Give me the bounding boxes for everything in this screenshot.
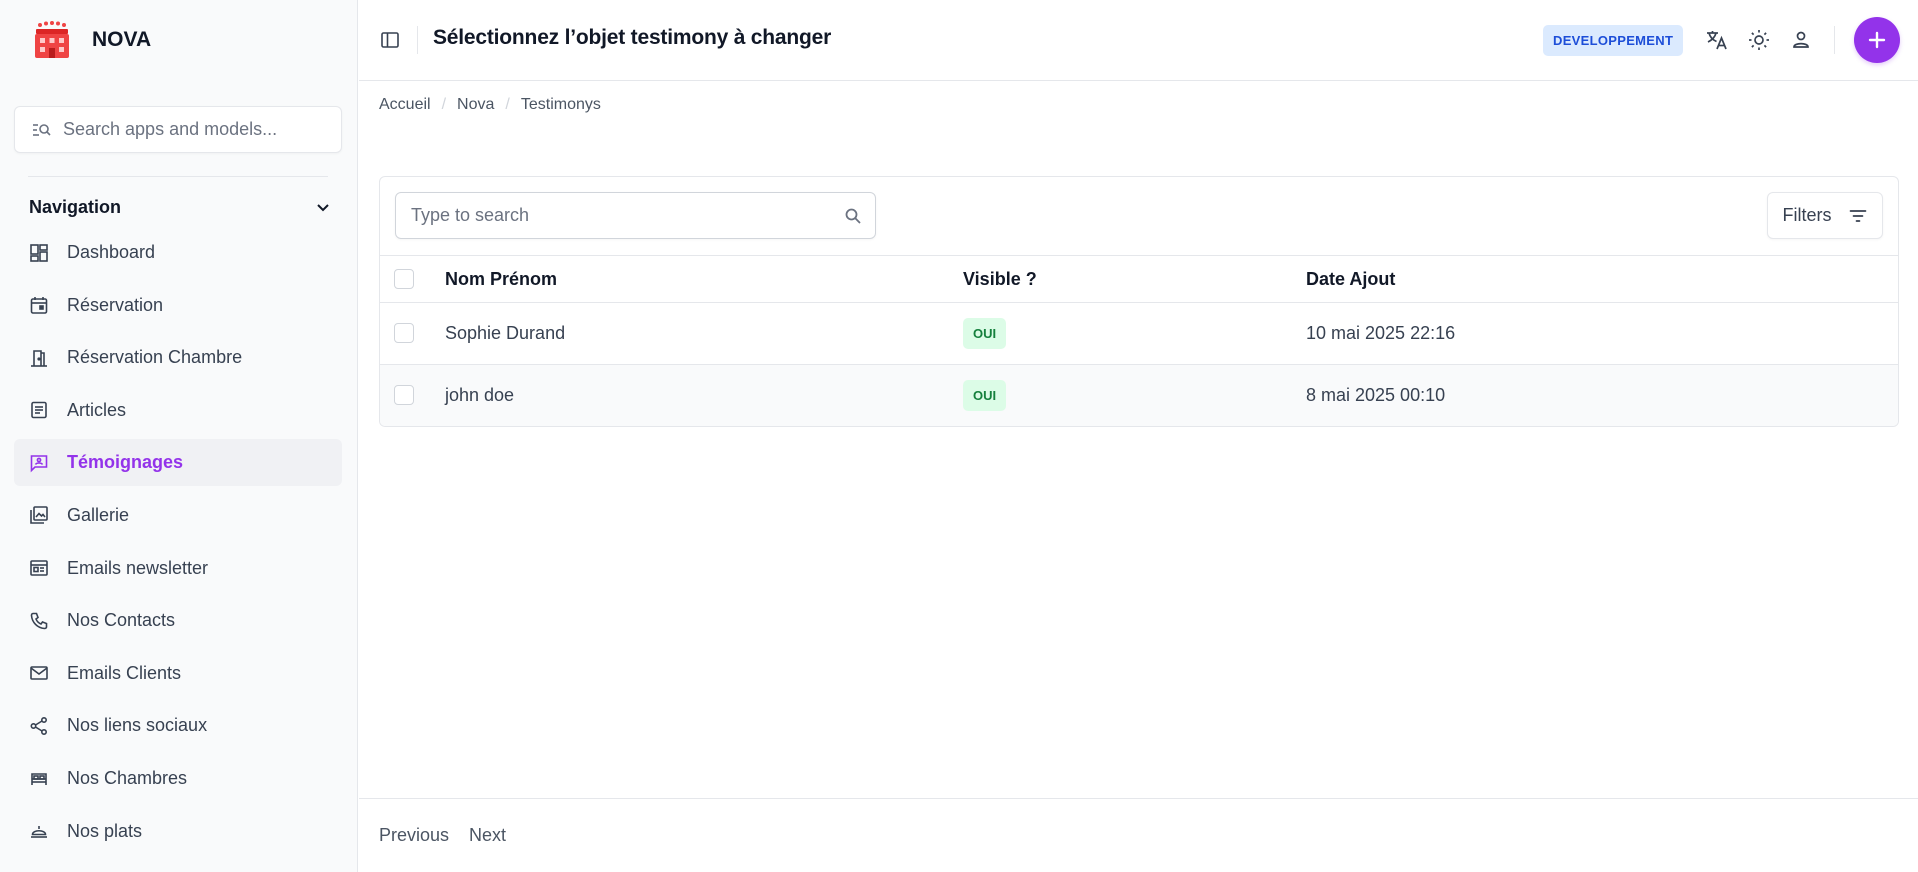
sidebar-search-input[interactable]: [63, 119, 323, 140]
sidebar-divider: [28, 176, 328, 177]
dashboard-icon: [30, 243, 48, 262]
calendar-icon: [30, 297, 48, 314]
visible-badge: OUI: [963, 380, 1007, 411]
table-toolbar: Filters: [380, 177, 1898, 256]
breadcrumb-separator: /: [505, 96, 510, 113]
add-testimony-button[interactable]: [1854, 17, 1900, 63]
newsletter-icon: [30, 560, 48, 576]
share-icon: [30, 716, 48, 735]
column-header-date[interactable]: Date Ajout: [1306, 269, 1395, 290]
row-checkbox[interactable]: [394, 323, 414, 343]
next-page-button[interactable]: Next: [469, 825, 506, 846]
testimony-icon: [30, 455, 48, 473]
gallery-icon: [30, 506, 48, 525]
filter-icon: [1849, 209, 1866, 222]
chevron-down-icon: [317, 204, 329, 212]
bed-icon: [31, 773, 47, 786]
sidebar-item-nos-liens-sociaux[interactable]: Nos liens sociaux: [14, 702, 342, 749]
visible-badge: OUI: [963, 318, 1007, 349]
user-icon: [1793, 31, 1809, 48]
sidebar-item-label: Réservation Chambre: [67, 347, 243, 368]
dish-icon: [31, 826, 47, 838]
search-list-icon: [33, 123, 51, 136]
plus-icon: [1868, 31, 1886, 49]
breadcrumb-separator: /: [441, 96, 447, 113]
table-row[interactable]: Sophie Durand OUI 10 mai 2025 22:16: [380, 303, 1898, 365]
article-icon: [31, 401, 47, 419]
search-icon: [845, 208, 861, 224]
row-date: 8 mai 2025 00:10: [1306, 385, 1446, 405]
table-search[interactable]: [395, 192, 876, 239]
table-header: Nom Prénom Visible ? Date Ajout: [380, 256, 1898, 303]
row-date: 10 mai 2025 22:16: [1306, 323, 1456, 343]
sidebar-item-nos-chambres[interactable]: Nos Chambres: [14, 755, 342, 802]
hotel-logo-icon: [35, 21, 69, 58]
sidebar-nav: Dashboard Réservation Réservation Chambr…: [14, 229, 342, 860]
sidebar-item-reservation[interactable]: Réservation: [14, 282, 342, 329]
brand[interactable]: NOVA: [0, 0, 357, 80]
filters-label: Filters: [1782, 205, 1832, 225]
language-button[interactable]: [1705, 28, 1729, 52]
sidebar-item-label: Nos liens sociaux: [67, 715, 208, 736]
phone-icon: [30, 612, 48, 629]
breadcrumb-accueil[interactable]: Accueil: [379, 96, 431, 114]
sidebar-item-emails-newsletter[interactable]: Emails newsletter: [14, 545, 342, 592]
topbar-divider: [1834, 26, 1835, 54]
sidebar-item-label: Nos Contacts: [67, 610, 176, 631]
sidebar: NOVA Navigation Dashboard Réservation Ré…: [0, 0, 358, 872]
sidebar-item-gallerie[interactable]: Gallerie: [14, 492, 342, 539]
topbar-divider: [417, 26, 418, 54]
breadcrumb: Accueil / Nova / Testimonys: [379, 96, 601, 114]
sidebar-item-label: Dashboard: [67, 242, 156, 262]
select-all-checkbox[interactable]: [394, 269, 414, 289]
results-card: Filters Nom Prénom Visible ? Date Ajout …: [379, 176, 1899, 427]
row-name[interactable]: Sophie Durand: [445, 323, 565, 344]
theme-toggle-button[interactable]: [1747, 28, 1771, 52]
sidebar-panel-icon: [381, 32, 399, 48]
sidebar-item-label: Emails Clients: [67, 662, 182, 683]
sidebar-item-label: Articles: [67, 399, 127, 420]
sidebar-item-nos-plats[interactable]: Nos plats: [14, 808, 342, 855]
navigation-title: Navigation: [29, 196, 122, 217]
sidebar-item-label: Gallerie: [67, 504, 130, 525]
sidebar-item-label: Réservation: [67, 294, 164, 315]
breadcrumb-nova[interactable]: Nova: [457, 96, 494, 114]
row-name[interactable]: john doe: [445, 385, 514, 406]
door-icon: [31, 349, 47, 367]
environment-badge: DEVELOPPEMENT: [1543, 25, 1684, 56]
sidebar-item-articles[interactable]: Articles: [14, 387, 342, 434]
topbar: Sélectionnez l’objet testimony à changer…: [359, 0, 1918, 81]
sidebar-item-reservation-chambre[interactable]: Réservation Chambre: [14, 334, 342, 381]
sidebar-item-label: Témoignages: [67, 452, 184, 473]
sidebar-item-label: Nos plats: [67, 820, 143, 841]
table-row[interactable]: john doe OUI 8 mai 2025 00:10: [380, 365, 1898, 426]
sidebar-item-dashboard[interactable]: Dashboard: [14, 229, 342, 276]
previous-page-button[interactable]: Previous: [379, 825, 449, 846]
user-menu-button[interactable]: [1789, 28, 1813, 52]
sidebar-search[interactable]: [14, 106, 342, 153]
sidebar-item-label: Nos Chambres: [67, 767, 188, 788]
navigation-section-toggle[interactable]: Navigation: [29, 192, 331, 222]
sun-icon: [1749, 30, 1769, 50]
pagination: Previous Next: [359, 798, 1918, 872]
sidebar-item-label: Emails newsletter: [67, 557, 209, 578]
column-header-visible[interactable]: Visible ?: [963, 269, 1037, 290]
column-header-name[interactable]: Nom Prénom: [445, 269, 557, 290]
table-search-input[interactable]: [411, 205, 811, 226]
sidebar-toggle-button[interactable]: [378, 28, 402, 52]
mail-icon: [30, 666, 48, 681]
sidebar-item-temoignages[interactable]: Témoignages: [14, 439, 342, 487]
sidebar-item-nos-contacts[interactable]: Nos Contacts: [14, 597, 342, 644]
page-title: Sélectionnez l’objet testimony à changer: [433, 26, 832, 49]
sidebar-item-emails-clients[interactable]: Emails Clients: [14, 650, 342, 697]
breadcrumb-testimonys: Testimonys: [520, 96, 601, 113]
row-checkbox[interactable]: [394, 385, 414, 405]
filters-button[interactable]: Filters: [1767, 192, 1883, 239]
app-name: NOVA: [92, 28, 152, 51]
translate-icon: [1707, 31, 1727, 50]
